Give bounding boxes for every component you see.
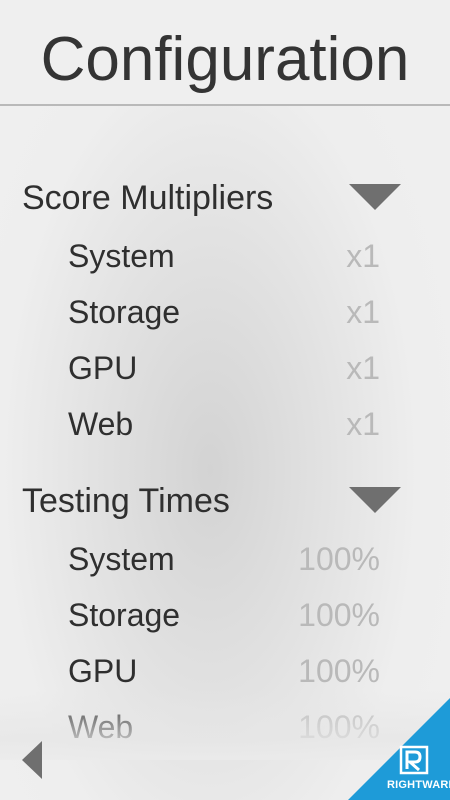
back-button[interactable] bbox=[22, 741, 42, 779]
score-multiplier-web-label: Web bbox=[68, 406, 134, 442]
score-multiplier-web-value[interactable]: x1 bbox=[346, 404, 380, 444]
testing-time-storage-label: Storage bbox=[68, 597, 181, 633]
section-title-testing-times: Testing Times bbox=[22, 482, 230, 520]
page-title: Configuration bbox=[40, 25, 410, 94]
score-multiplier-storage-value[interactable]: x1 bbox=[346, 292, 380, 332]
triangle-down-icon bbox=[349, 487, 401, 513]
testing-times-collapse-button[interactable] bbox=[349, 487, 401, 513]
score-multiplier-system-value[interactable]: x1 bbox=[346, 236, 380, 276]
triangle-left-icon bbox=[22, 741, 42, 779]
rightware-logo-icon bbox=[399, 745, 429, 775]
score-multiplier-gpu-value[interactable]: x1 bbox=[346, 348, 380, 388]
testing-time-storage-value[interactable]: 100% bbox=[298, 595, 380, 635]
header-divider bbox=[0, 104, 450, 106]
testing-time-gpu-label: GPU bbox=[68, 653, 138, 689]
rightware-logo-text: RIGHTWARE bbox=[387, 779, 450, 791]
score-multiplier-storage-label: Storage bbox=[68, 294, 181, 330]
testing-time-system-label: System bbox=[68, 541, 175, 577]
score-multiplier-gpu-label: GPU bbox=[68, 350, 138, 386]
score-multiplier-system-label: System bbox=[68, 238, 175, 274]
testing-time-web-label: Web bbox=[68, 709, 134, 745]
header-bar: Configuration bbox=[0, 0, 450, 104]
section-title-score-multipliers: Score Multipliers bbox=[22, 179, 274, 217]
testing-time-system-value[interactable]: 100% bbox=[298, 539, 380, 579]
score-multipliers-collapse-button[interactable] bbox=[349, 184, 401, 210]
triangle-down-icon bbox=[349, 184, 401, 210]
testing-time-gpu-value[interactable]: 100% bbox=[298, 651, 380, 691]
